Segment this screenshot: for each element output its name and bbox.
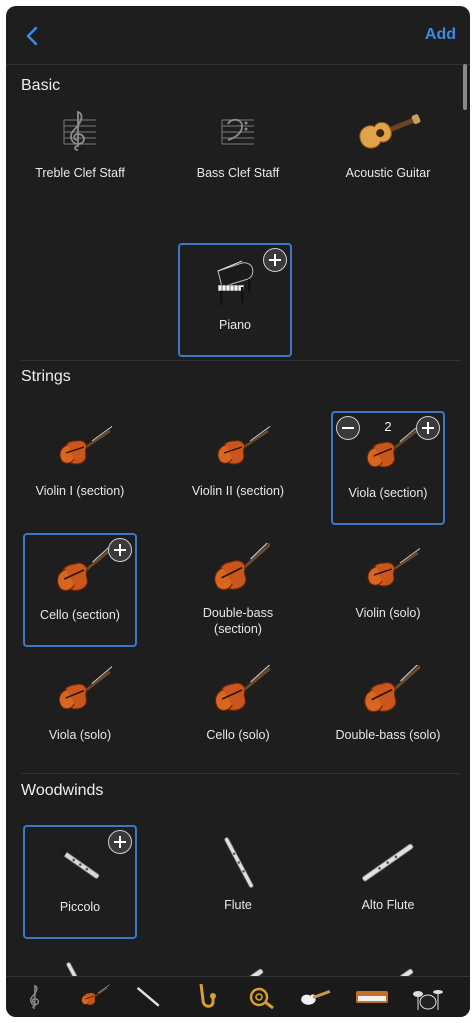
plus-icon[interactable] [108, 538, 132, 562]
instrument-tile-flute[interactable]: Flute [181, 825, 295, 939]
section-divider [21, 360, 461, 361]
instrument-tile-viola-solo[interactable]: Viola (solo) [23, 655, 137, 769]
scrollbar[interactable] [463, 64, 467, 110]
violin-icon [23, 421, 137, 477]
section-divider [21, 773, 461, 774]
instrument-label: Piano [219, 318, 251, 332]
instrument-tile-violin-i-section[interactable]: Violin I (section) [23, 411, 137, 525]
instrument-label: Cello (section) [40, 608, 120, 622]
instrument-label: Alto Flute [361, 898, 415, 912]
category-violin-icon[interactable] [70, 981, 114, 1013]
instrument-label: Viola (section) [348, 486, 428, 500]
alto-flute-icon [331, 960, 445, 976]
instrument-label: Bass Clef Staff [196, 166, 280, 180]
instrument-tile-double-bass-section[interactable]: Double-bass (section) [181, 533, 295, 647]
instrument-label: Treble Clef Staff [35, 166, 125, 180]
double-bass-icon [181, 543, 295, 599]
alto-flute-icon [331, 835, 445, 891]
instrument-list[interactable]: Basic Treble Clef Staff Bass Clef Staff … [6, 65, 470, 976]
flute-icon [23, 960, 137, 976]
instrument-label: Double-bass (section) [202, 606, 274, 636]
category-bar [6, 976, 470, 1017]
instrument-label: Acoustic Guitar [345, 166, 431, 180]
plus-icon[interactable] [263, 248, 287, 272]
instrument-count: 2 [384, 419, 392, 434]
cello-icon [181, 665, 295, 721]
chevron-left-icon[interactable] [20, 23, 46, 49]
instrument-picker-screen: Add Basic Treble Clef Staff Bass Clef St… [6, 6, 470, 1017]
bass-clef-icon [181, 103, 295, 159]
treble-clef-icon [23, 103, 137, 159]
instrument-tile-acoustic-guitar[interactable]: Acoustic Guitar [331, 93, 445, 207]
double-bass-icon [331, 665, 445, 721]
instrument-tile-double-bass-solo[interactable]: Double-bass (solo) [331, 655, 445, 769]
section-title-woodwinds: Woodwinds [21, 782, 104, 799]
instrument-tile-cello-solo[interactable]: Cello (solo) [181, 655, 295, 769]
instrument-tile-piano[interactable]: Piano [178, 243, 292, 357]
category-saxophone-icon[interactable] [182, 981, 226, 1013]
category-french-horn-icon[interactable] [238, 981, 282, 1013]
instrument-label: Flute [224, 898, 252, 912]
category-drum-kit-icon[interactable] [406, 981, 450, 1013]
acoustic-guitar-icon [331, 103, 445, 159]
nav-bar: Add [6, 6, 470, 64]
instrument-tile-treble-clef-staff[interactable]: Treble Clef Staff [23, 93, 137, 207]
instrument-tile-partial[interactable] [331, 950, 445, 976]
instrument-tile-viola-section[interactable]: Viola (section) 2 [331, 411, 445, 525]
category-treble-clef-icon[interactable] [14, 981, 58, 1013]
viola-icon [23, 665, 137, 721]
instrument-label: Piccolo [59, 900, 101, 914]
instrument-tile-alto-flute[interactable]: Alto Flute [331, 825, 445, 939]
section-title-strings: Strings [21, 368, 71, 385]
instrument-label: Violin (solo) [355, 606, 421, 620]
instrument-tile-piccolo[interactable]: Piccolo [23, 825, 137, 939]
instrument-label: Viola (solo) [48, 728, 112, 742]
category-flute-icon[interactable] [126, 981, 170, 1013]
instrument-tile-violin-solo[interactable]: Violin (solo) [331, 533, 445, 647]
violin-icon [331, 543, 445, 599]
violin-icon [181, 421, 295, 477]
instrument-label: Violin II (section) [191, 484, 285, 498]
instrument-label: Cello (solo) [206, 728, 270, 742]
category-electric-guitar-icon[interactable] [294, 981, 338, 1013]
category-keyboard-icon[interactable] [350, 981, 394, 1013]
instrument-tile-cello-section[interactable]: Cello (section) [23, 533, 137, 647]
instrument-label: Double-bass (solo) [335, 728, 441, 742]
add-button[interactable]: Add [425, 26, 456, 44]
instrument-tile-bass-clef-staff[interactable]: Bass Clef Staff [181, 93, 295, 207]
alto-flute-icon [181, 960, 295, 976]
instrument-tile-violin-ii-section[interactable]: Violin II (section) [181, 411, 295, 525]
instrument-label: Violin I (section) [35, 484, 125, 498]
plus-icon[interactable] [108, 830, 132, 854]
instrument-tile-partial[interactable] [23, 950, 137, 976]
instrument-tile-partial[interactable] [181, 950, 295, 976]
flute-icon [181, 835, 295, 891]
